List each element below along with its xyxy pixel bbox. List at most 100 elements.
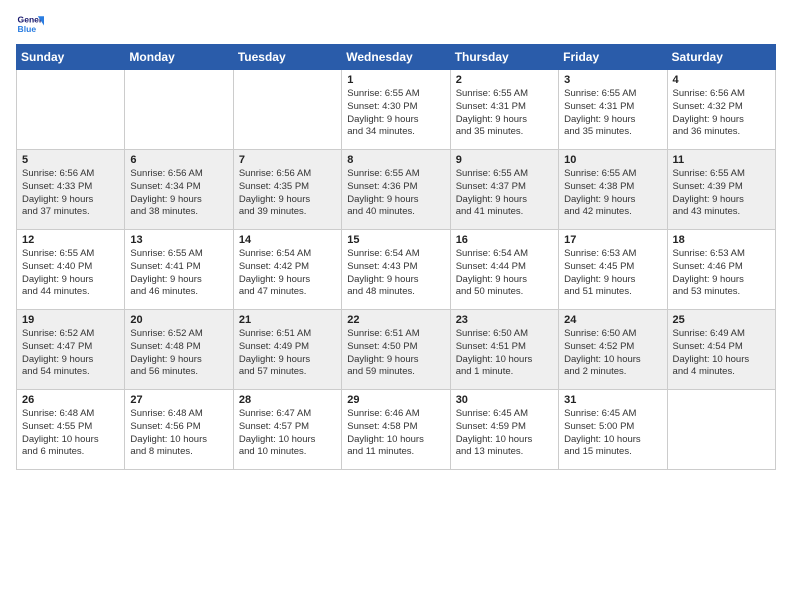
calendar-cell: 31 Sunrise: 6:45 AM Sunset: 5:00 PM Dayli… xyxy=(559,390,667,470)
day-number: 11 xyxy=(673,154,770,166)
svg-text:Blue: Blue xyxy=(18,24,37,34)
calendar-cell: 24 Sunrise: 6:50 AM Sunset: 4:52 PM Dayli… xyxy=(559,310,667,390)
day-number: 28 xyxy=(239,394,336,406)
day-content: Sunrise: 6:51 AM Sunset: 4:49 PM Dayligh… xyxy=(239,328,336,379)
calendar-cell xyxy=(233,70,341,150)
day-content: Sunrise: 6:54 AM Sunset: 4:42 PM Dayligh… xyxy=(239,248,336,299)
day-number: 22 xyxy=(347,314,444,326)
calendar-page: General Blue SundayMondayTuesdayWednesda… xyxy=(0,0,792,612)
day-content: Sunrise: 6:55 AM Sunset: 4:41 PM Dayligh… xyxy=(130,248,227,299)
calendar-cell: 12 Sunrise: 6:55 AM Sunset: 4:40 PM Dayli… xyxy=(17,230,125,310)
day-number: 23 xyxy=(456,314,553,326)
day-number: 20 xyxy=(130,314,227,326)
calendar-cell: 15 Sunrise: 6:54 AM Sunset: 4:43 PM Dayli… xyxy=(342,230,450,310)
weekday-saturday: Saturday xyxy=(667,45,775,70)
day-content: Sunrise: 6:47 AM Sunset: 4:57 PM Dayligh… xyxy=(239,408,336,459)
weekday-tuesday: Tuesday xyxy=(233,45,341,70)
calendar-cell: 7 Sunrise: 6:56 AM Sunset: 4:35 PM Daylig… xyxy=(233,150,341,230)
day-number: 29 xyxy=(347,394,444,406)
day-content: Sunrise: 6:56 AM Sunset: 4:32 PM Dayligh… xyxy=(673,88,770,139)
logo-icon: General Blue xyxy=(16,10,44,38)
calendar-cell: 22 Sunrise: 6:51 AM Sunset: 4:50 PM Dayli… xyxy=(342,310,450,390)
calendar-cell: 25 Sunrise: 6:49 AM Sunset: 4:54 PM Dayli… xyxy=(667,310,775,390)
calendar-week-2: 5Sunrise: 6:56 AM Sunset: 4:33 PM Daylig… xyxy=(17,150,776,230)
calendar-cell: 19Sunrise: 6:52 AM Sunset: 4:47 PM Dayli… xyxy=(17,310,125,390)
day-number: 30 xyxy=(456,394,553,406)
calendar-week-1: 1Sunrise: 6:55 AM Sunset: 4:30 PM Daylig… xyxy=(17,70,776,150)
day-number: 4 xyxy=(673,74,770,86)
calendar-cell: 11 Sunrise: 6:55 AM Sunset: 4:39 PM Dayli… xyxy=(667,150,775,230)
day-content: Sunrise: 6:51 AM Sunset: 4:50 PM Dayligh… xyxy=(347,328,444,379)
day-number: 25 xyxy=(673,314,770,326)
day-content: Sunrise: 6:50 AM Sunset: 4:51 PM Dayligh… xyxy=(456,328,553,379)
calendar-cell: 17Sunrise: 6:53 AM Sunset: 4:45 PM Dayli… xyxy=(559,230,667,310)
calendar-cell: 26 Sunrise: 6:48 AM Sunset: 4:55 PM Dayli… xyxy=(17,390,125,470)
day-number: 27 xyxy=(130,394,227,406)
day-number: 12 xyxy=(22,234,119,246)
calendar-cell: 2 Sunrise: 6:55 AM Sunset: 4:31 PM Daylig… xyxy=(450,70,558,150)
day-content: Sunrise: 6:55 AM Sunset: 4:38 PM Dayligh… xyxy=(564,168,661,219)
day-number: 19 xyxy=(22,314,119,326)
day-number: 8 xyxy=(347,154,444,166)
day-number: 6 xyxy=(130,154,227,166)
day-content: Sunrise: 6:48 AM Sunset: 4:55 PM Dayligh… xyxy=(22,408,119,459)
calendar-cell: 10 Sunrise: 6:55 AM Sunset: 4:38 PM Dayli… xyxy=(559,150,667,230)
logo: General Blue xyxy=(16,10,46,38)
calendar-cell: 28 Sunrise: 6:47 AM Sunset: 4:57 PM Dayli… xyxy=(233,390,341,470)
calendar-cell: 16Sunrise: 6:54 AM Sunset: 4:44 PM Dayli… xyxy=(450,230,558,310)
day-number: 18 xyxy=(673,234,770,246)
day-number: 1 xyxy=(347,74,444,86)
weekday-wednesday: Wednesday xyxy=(342,45,450,70)
calendar-week-5: 26 Sunrise: 6:48 AM Sunset: 4:55 PM Dayli… xyxy=(17,390,776,470)
day-number: 21 xyxy=(239,314,336,326)
calendar-cell: 4 Sunrise: 6:56 AM Sunset: 4:32 PM Daylig… xyxy=(667,70,775,150)
day-content: Sunrise: 6:56 AM Sunset: 4:34 PM Dayligh… xyxy=(130,168,227,219)
calendar-cell: 1Sunrise: 6:55 AM Sunset: 4:30 PM Daylig… xyxy=(342,70,450,150)
calendar-body: 1Sunrise: 6:55 AM Sunset: 4:30 PM Daylig… xyxy=(17,70,776,470)
weekday-friday: Friday xyxy=(559,45,667,70)
day-number: 15 xyxy=(347,234,444,246)
weekday-header-row: SundayMondayTuesdayWednesdayThursdayFrid… xyxy=(17,45,776,70)
day-content: Sunrise: 6:52 AM Sunset: 4:48 PM Dayligh… xyxy=(130,328,227,379)
calendar-cell: 6 Sunrise: 6:56 AM Sunset: 4:34 PM Daylig… xyxy=(125,150,233,230)
day-number: 3 xyxy=(564,74,661,86)
day-content: Sunrise: 6:56 AM Sunset: 4:35 PM Dayligh… xyxy=(239,168,336,219)
day-content: Sunrise: 6:45 AM Sunset: 5:00 PM Dayligh… xyxy=(564,408,661,459)
calendar-table: SundayMondayTuesdayWednesdayThursdayFrid… xyxy=(16,44,776,470)
day-content: Sunrise: 6:56 AM Sunset: 4:33 PM Dayligh… xyxy=(22,168,119,219)
calendar-cell: 27 Sunrise: 6:48 AM Sunset: 4:56 PM Dayli… xyxy=(125,390,233,470)
day-content: Sunrise: 6:55 AM Sunset: 4:31 PM Dayligh… xyxy=(456,88,553,139)
calendar-cell: 3 Sunrise: 6:55 AM Sunset: 4:31 PM Daylig… xyxy=(559,70,667,150)
day-content: Sunrise: 6:54 AM Sunset: 4:43 PM Dayligh… xyxy=(347,248,444,299)
calendar-cell: 8Sunrise: 6:55 AM Sunset: 4:36 PM Daylig… xyxy=(342,150,450,230)
day-number: 13 xyxy=(130,234,227,246)
day-number: 2 xyxy=(456,74,553,86)
calendar-cell: 20 Sunrise: 6:52 AM Sunset: 4:48 PM Dayli… xyxy=(125,310,233,390)
day-number: 31 xyxy=(564,394,661,406)
day-number: 24 xyxy=(564,314,661,326)
calendar-cell: 18Sunrise: 6:53 AM Sunset: 4:46 PM Dayli… xyxy=(667,230,775,310)
calendar-cell: 5Sunrise: 6:56 AM Sunset: 4:33 PM Daylig… xyxy=(17,150,125,230)
day-number: 16 xyxy=(456,234,553,246)
day-number: 26 xyxy=(22,394,119,406)
day-number: 7 xyxy=(239,154,336,166)
calendar-cell: 9Sunrise: 6:55 AM Sunset: 4:37 PM Daylig… xyxy=(450,150,558,230)
day-content: Sunrise: 6:50 AM Sunset: 4:52 PM Dayligh… xyxy=(564,328,661,379)
day-content: Sunrise: 6:55 AM Sunset: 4:31 PM Dayligh… xyxy=(564,88,661,139)
calendar-week-3: 12 Sunrise: 6:55 AM Sunset: 4:40 PM Dayli… xyxy=(17,230,776,310)
day-number: 10 xyxy=(564,154,661,166)
day-content: Sunrise: 6:55 AM Sunset: 4:39 PM Dayligh… xyxy=(673,168,770,219)
day-content: Sunrise: 6:55 AM Sunset: 4:40 PM Dayligh… xyxy=(22,248,119,299)
calendar-cell: 30Sunrise: 6:45 AM Sunset: 4:59 PM Dayli… xyxy=(450,390,558,470)
day-content: Sunrise: 6:46 AM Sunset: 4:58 PM Dayligh… xyxy=(347,408,444,459)
day-number: 14 xyxy=(239,234,336,246)
weekday-thursday: Thursday xyxy=(450,45,558,70)
weekday-monday: Monday xyxy=(125,45,233,70)
calendar-cell: 21 Sunrise: 6:51 AM Sunset: 4:49 PM Dayli… xyxy=(233,310,341,390)
calendar-cell: 29 Sunrise: 6:46 AM Sunset: 4:58 PM Dayli… xyxy=(342,390,450,470)
header: General Blue xyxy=(16,10,776,38)
calendar-cell xyxy=(667,390,775,470)
day-content: Sunrise: 6:49 AM Sunset: 4:54 PM Dayligh… xyxy=(673,328,770,379)
calendar-cell: 23 Sunrise: 6:50 AM Sunset: 4:51 PM Dayli… xyxy=(450,310,558,390)
day-content: Sunrise: 6:48 AM Sunset: 4:56 PM Dayligh… xyxy=(130,408,227,459)
